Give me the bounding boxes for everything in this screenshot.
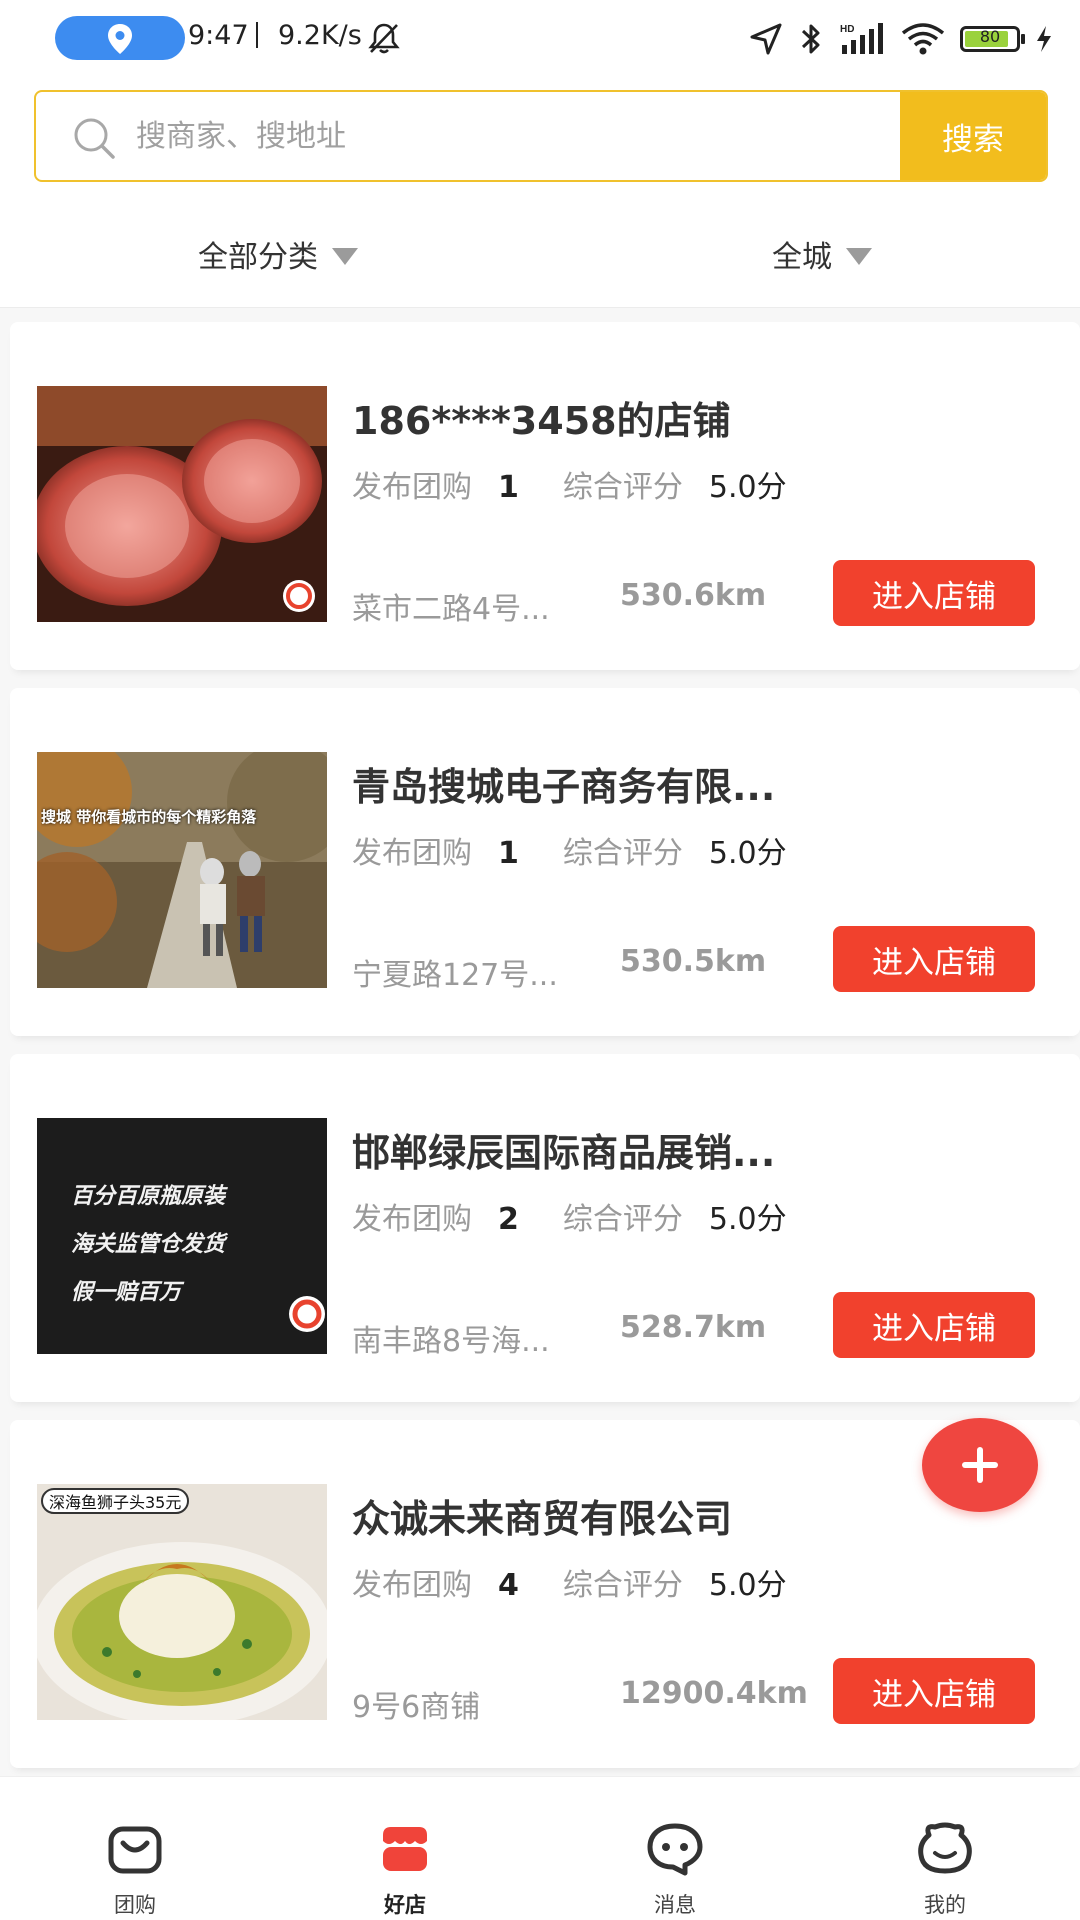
search-bar: 搜索 [0,76,1080,196]
rating-value: 5.0分 [708,1202,787,1237]
add-button[interactable] [922,1418,1038,1512]
rating-label: 综合评分 [562,1568,683,1603]
group-buy-count: 1 [498,836,519,871]
search-input[interactable] [136,92,916,180]
shop-image-fish-dish: 深海鱼狮子头35元 [37,1484,327,1720]
filter-bar: 全部分类 全城 [0,196,1080,308]
battery-indicator: 80 [960,26,1025,52]
tab-mine[interactable]: 我的 [810,1777,1080,1920]
tab-good-shops[interactable]: 好店 [270,1777,540,1920]
shop-image-promo-text: 百分百原瓶原装 海关监管仓发货 假一赔百万 [37,1118,327,1354]
tab-label: 团购 [114,1893,156,1917]
shop-image-line: 百分百原瓶原装 [71,1184,226,1209]
shop-image-line: 海关监管仓发货 [71,1232,226,1257]
shop-distance: 528.7km [620,1310,767,1345]
shop-stats: 发布团购 4 综合评分 5.0分 [352,1560,787,1604]
shop-stats: 发布团购 2 综合评分 5.0分 [352,1194,787,1238]
rating-label: 综合评分 [562,836,683,871]
shop-card[interactable]: 深海鱼狮子头35元 众诚未来商贸有限公司 发布团购 4 综合评分 5.0分 9号… [10,1420,1080,1768]
shop-stats: 发布团购 1 综合评分 5.0分 [352,828,787,872]
shop-address: 9号6商铺 [352,1690,481,1725]
location-indicator [55,16,185,60]
tab-group-buy[interactable]: 团购 [0,1777,270,1920]
enter-shop-button[interactable]: 进入店铺 [833,926,1035,992]
rating-value: 5.0分 [708,470,787,505]
search-button[interactable]: 搜索 [900,92,1046,180]
shop-card[interactable]: 百分百原瓶原装 海关监管仓发货 假一赔百万 邯郸绿辰国际商品展销... 发布团购… [10,1054,1080,1402]
battery-level: 80 [979,27,1001,46]
bluetooth-icon [801,24,820,54]
shop-card[interactable]: 搜城 带你看城市的每个精彩角落 青岛搜城电子商务有限... 发布团购 1 综合评… [10,688,1080,1036]
location-pin-icon [108,24,132,54]
enter-shop-button[interactable]: 进入店铺 [833,1658,1035,1724]
tab-label: 消息 [654,1893,696,1917]
wifi-icon [901,23,945,55]
dropdown-triangle-icon [332,247,358,265]
shop-image-sausage [37,386,327,622]
search-icon [74,118,115,159]
charging-icon [1037,26,1051,52]
shop-image-caption: 搜城 带你看城市的每个精彩角落 [41,808,257,826]
shop-address: 宁夏路127号... [352,958,558,993]
rating-value: 5.0分 [708,1568,787,1603]
rating-label: 综合评分 [562,1202,683,1237]
dropdown-triangle-icon [846,247,872,265]
tab-messages[interactable]: 消息 [540,1777,810,1920]
rating-label: 综合评分 [562,470,683,505]
shop-name: 186****3458的店铺 [352,399,731,443]
logo-icon [289,1296,325,1332]
shop-icon [383,1827,427,1871]
category-filter[interactable]: 全部分类 [198,232,358,276]
status-icons: HD 80 [748,18,1054,60]
area-filter[interactable]: 全城 [772,232,872,276]
shop-name: 邯郸绿辰国际商品展销... [352,1131,776,1175]
network-speed: 9.2K/s [278,20,362,51]
shop-distance: 12900.4km [620,1676,808,1711]
shop-image-line: 假一赔百万 [71,1280,182,1305]
shop-name: 众诚未来商贸有限公司 [352,1497,733,1541]
bottom-tab-bar: 团购 好店 消息 我的 [0,1776,1080,1920]
signal-icon: HD [840,23,883,54]
search-box: 搜索 [34,90,1048,182]
shop-image-autumn-path: 搜城 带你看城市的每个精彩角落 [37,752,327,988]
tab-label: 我的 [924,1893,966,1917]
chat-icon [647,1823,703,1876]
group-buy-count: 2 [498,1202,519,1237]
plus-icon [962,1447,998,1483]
status-time: 9:47 [188,20,249,51]
group-buy-label: 发布团购 [352,836,472,871]
group-buy-label: 发布团购 [352,1202,472,1237]
rating-value: 5.0分 [708,836,787,871]
face-icon [918,1822,972,1874]
group-buy-count: 4 [498,1568,519,1603]
group-buy-label: 发布团购 [352,470,472,505]
navigation-arrow-icon [750,23,782,55]
mute-bell-icon [368,23,400,54]
enter-shop-button[interactable]: 进入店铺 [833,1292,1035,1358]
status-bar: 9:47 9.2K/s HD 80 [0,0,1080,76]
svg-text:HD: HD [840,24,854,35]
shop-image-tag: 深海鱼狮子头35元 [41,1488,190,1514]
group-buy-label: 发布团购 [352,1568,472,1603]
shop-card[interactable]: 186****3458的店铺 发布团购 1 综合评分 5.0分 菜市二路4号..… [10,322,1080,670]
bag-icon [108,1826,162,1874]
enter-shop-button[interactable]: 进入店铺 [833,560,1035,626]
shop-name: 青岛搜城电子商务有限... [352,765,776,809]
category-filter-label: 全部分类 [198,240,318,275]
shop-distance: 530.5km [620,944,767,979]
group-buy-count: 1 [498,470,519,505]
shop-address: 菜市二路4号... [352,592,550,627]
shop-stats: 发布团购 1 综合评分 5.0分 [352,462,787,506]
shop-distance: 530.6km [620,578,767,613]
area-filter-label: 全城 [772,240,832,275]
shop-address: 南丰路8号海... [352,1324,550,1359]
tab-label: 好店 [384,1893,426,1917]
status-divider [256,22,258,48]
